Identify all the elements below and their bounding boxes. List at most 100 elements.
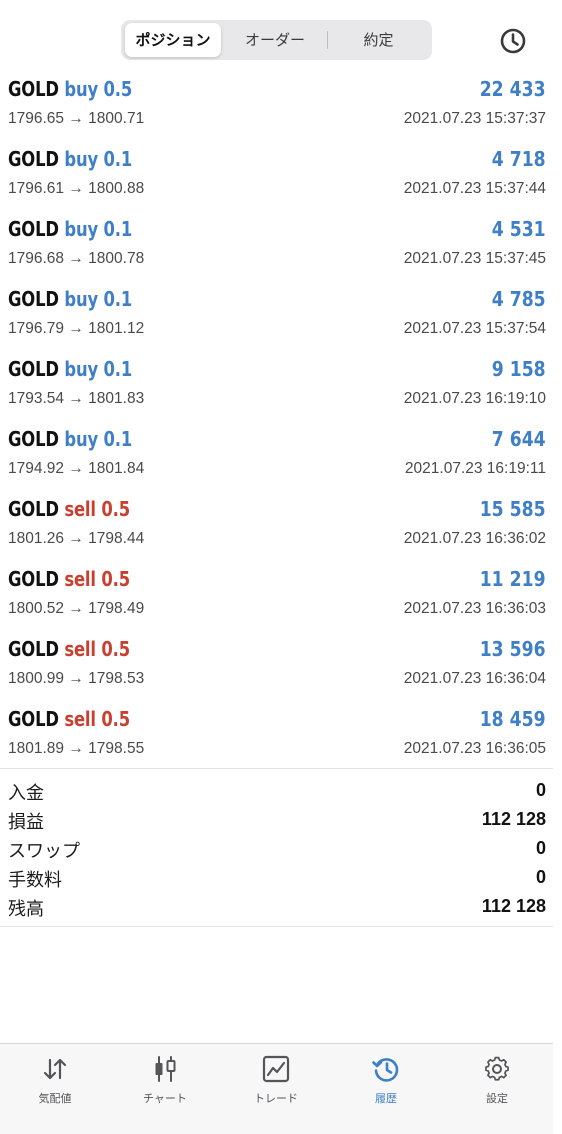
tab-chart[interactable]: チャート xyxy=(110,1054,220,1118)
deal-type: buy xyxy=(64,217,98,241)
deal-symbol: GOLD sell 0.5 xyxy=(8,567,130,591)
deal-open-price: 1793.54 xyxy=(8,390,65,407)
tab-positions[interactable]: ポジション xyxy=(125,23,221,57)
segment-divider xyxy=(327,31,328,49)
deal-symbol-name: GOLD xyxy=(8,707,59,731)
deal-type: buy xyxy=(64,77,98,101)
list-divider xyxy=(0,768,553,769)
deal-time: 2021.07.23 16:36:04 xyxy=(403,670,546,687)
deal-volume: 0.5 xyxy=(101,637,130,661)
deal-prices: 1801.89 → 1798.55 xyxy=(8,740,144,758)
tab-trade-label: トレード xyxy=(254,1092,298,1105)
deal-type: sell xyxy=(64,637,96,661)
account-summary: 入金 0 損益 112 128 スワップ 0 手数料 0 残高 112 128 xyxy=(0,776,553,921)
summary-row: 損益 112 128 xyxy=(0,805,553,834)
deal-prices: 1800.52 → 1798.49 xyxy=(8,600,144,618)
deal-symbol: GOLD sell 0.5 xyxy=(8,637,130,661)
deal-open-price: 1796.79 xyxy=(8,320,65,337)
clock-history-icon[interactable] xyxy=(498,26,528,56)
summary-label: 手数料 xyxy=(8,870,62,891)
deal-close-price: 1801.12 xyxy=(88,320,145,337)
deal-time: 2021.07.23 15:37:44 xyxy=(403,180,546,197)
deal-profit: 22 433 xyxy=(480,77,546,101)
deal-type: buy xyxy=(64,427,98,451)
summary-label: 残高 xyxy=(8,899,44,920)
deal-prices: 1796.79 → 1801.12 xyxy=(8,320,144,338)
deal-row[interactable]: GOLD sell 0.5 1800.52 → 1798.49 11 219 2021… xyxy=(0,560,553,630)
deal-prices: 1800.99 → 1798.53 xyxy=(8,670,144,688)
tab-history[interactable]: 履歴 xyxy=(331,1054,441,1118)
deal-close-price: 1798.55 xyxy=(88,740,145,757)
price-arrow: → xyxy=(68,390,84,407)
deal-symbol-name: GOLD xyxy=(8,147,59,171)
price-arrow: → xyxy=(68,740,84,757)
deal-time: 2021.07.23 15:37:37 xyxy=(403,110,546,127)
deal-volume: 0.1 xyxy=(103,427,133,451)
deal-row[interactable]: GOLD sell 0.5 1801.89 → 1798.55 18 459 2021… xyxy=(0,700,553,770)
deal-row[interactable]: GOLD sell 0.5 1801.26 → 1798.44 15 585 2021… xyxy=(0,490,553,560)
deal-volume: 0.1 xyxy=(103,147,133,171)
deal-profit: 18 459 xyxy=(480,707,546,731)
deal-row[interactable]: GOLD sell 0.5 1800.99 → 1798.53 13 596 2021… xyxy=(0,630,553,700)
deal-open-price: 1796.65 xyxy=(8,110,65,127)
tab-history-label: 履歴 xyxy=(375,1092,397,1105)
deal-profit: 15 585 xyxy=(480,497,546,521)
deal-close-price: 1800.71 xyxy=(88,110,145,127)
deal-prices: 1801.26 → 1798.44 xyxy=(8,530,144,548)
deal-type: buy xyxy=(64,287,98,311)
candlestick-chart-icon xyxy=(155,1056,176,1082)
deal-symbol: GOLD buy 0.1 xyxy=(8,357,132,381)
deal-time: 2021.07.23 16:19:10 xyxy=(403,390,546,407)
deal-row[interactable]: GOLD buy 0.5 1796.65 → 1800.71 22 433 2021.… xyxy=(0,70,553,140)
deal-volume: 0.5 xyxy=(103,77,133,101)
summary-row: 入金 0 xyxy=(0,776,553,805)
summary-label: スワップ xyxy=(8,841,80,862)
deal-symbol: GOLD sell 0.5 xyxy=(8,497,130,521)
deal-prices: 1793.54 → 1801.83 xyxy=(8,390,144,408)
summary-row: スワップ 0 xyxy=(0,834,553,863)
deal-row[interactable]: GOLD buy 0.1 1796.61 → 1800.88 4 718 2021.0… xyxy=(0,140,553,210)
deal-open-price: 1796.68 xyxy=(8,250,65,267)
top-bar: ポジション オーダー 約定 xyxy=(0,0,562,70)
deal-profit: 7 644 xyxy=(492,427,546,451)
price-arrow: → xyxy=(68,320,84,337)
deal-type: buy xyxy=(64,147,98,171)
deal-profit: 11 219 xyxy=(480,567,546,591)
deal-symbol-name: GOLD xyxy=(8,287,59,311)
deal-volume: 0.5 xyxy=(101,567,130,591)
history-segmented-control: ポジション オーダー 約定 xyxy=(121,20,432,60)
deal-symbol: GOLD buy 0.1 xyxy=(8,427,132,451)
deal-type: sell xyxy=(64,707,96,731)
deal-profit: 4 718 xyxy=(492,147,546,171)
deal-close-price: 1801.83 xyxy=(88,390,145,407)
bottom-tab-bar: 気配値 チャート トレード 履歴 設定 xyxy=(0,1043,553,1134)
deal-symbol-name: GOLD xyxy=(8,567,59,591)
deal-symbol-name: GOLD xyxy=(8,357,59,381)
deal-open-price: 1801.89 xyxy=(8,740,65,757)
price-arrow: → xyxy=(68,600,84,617)
tab-settings[interactable]: 設定 xyxy=(442,1054,552,1118)
deal-row[interactable]: GOLD buy 0.1 1794.92 → 1801.84 7 644 2021.0… xyxy=(0,420,553,490)
tab-orders[interactable]: オーダー xyxy=(225,23,325,57)
tab-deals[interactable]: 約定 xyxy=(329,23,428,57)
deal-close-price: 1798.53 xyxy=(88,670,145,687)
deal-volume: 0.1 xyxy=(103,357,133,381)
tab-trade[interactable]: トレード xyxy=(221,1054,331,1118)
deal-symbol-name: GOLD xyxy=(8,637,59,661)
trade-line-chart-icon xyxy=(262,1055,290,1083)
deal-symbol: GOLD buy 0.1 xyxy=(8,287,132,311)
deal-row[interactable]: GOLD buy 0.1 1796.68 → 1800.78 4 531 2021.0… xyxy=(0,210,553,280)
deal-symbol: GOLD buy 0.1 xyxy=(8,217,132,241)
tab-quotes[interactable]: 気配値 xyxy=(0,1054,110,1118)
deal-close-price: 1800.78 xyxy=(88,250,145,267)
deal-type: sell xyxy=(64,567,96,591)
deal-close-price: 1801.84 xyxy=(88,460,145,477)
deal-volume: 0.5 xyxy=(101,707,130,731)
summary-value: 0 xyxy=(535,838,546,858)
deal-row[interactable]: GOLD buy 0.1 1796.79 → 1801.12 4 785 2021.0… xyxy=(0,280,553,350)
summary-divider xyxy=(0,926,553,927)
deal-row[interactable]: GOLD buy 0.1 1793.54 → 1801.83 9 158 2021.0… xyxy=(0,350,553,420)
summary-label: 損益 xyxy=(8,812,44,833)
deal-time: 2021.07.23 16:19:11 xyxy=(404,460,546,477)
deal-symbol: GOLD sell 0.5 xyxy=(8,707,130,731)
